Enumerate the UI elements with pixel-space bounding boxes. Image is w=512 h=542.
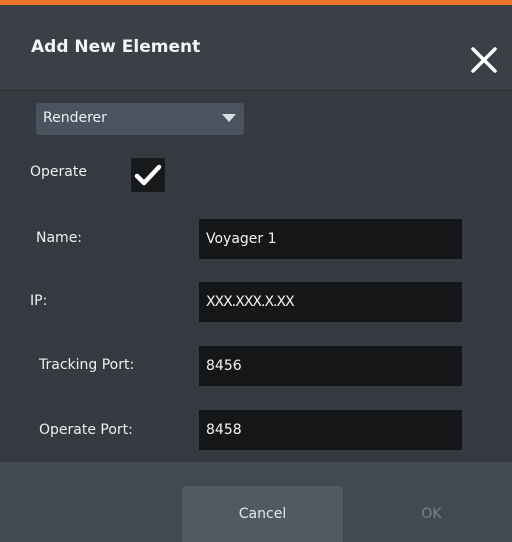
tracking-port-field[interactable]: 8456 [199, 346, 462, 386]
operate-label: Operate [30, 164, 87, 180]
ip-label: IP: [30, 293, 48, 309]
close-icon [471, 47, 497, 73]
dropdown-arrow-icon [222, 114, 236, 122]
checkmark-icon [134, 164, 162, 186]
cancel-button[interactable]: Cancel [182, 486, 343, 542]
operate-port-label: Operate Port: [39, 422, 133, 438]
name-field[interactable]: Voyager 1 [199, 219, 462, 259]
operate-port-value: 8458 [206, 422, 242, 438]
cancel-button-label: Cancel [238, 506, 287, 522]
dialog-title: Add New Element [31, 37, 201, 57]
element-type-value: Renderer [43, 110, 107, 126]
add-new-element-dialog: Add New Element Renderer Operate Name: V… [0, 0, 512, 542]
ip-field[interactable]: XXX.XXX.X.XX [199, 282, 462, 322]
ok-button-label: OK [421, 506, 442, 522]
tracking-port-label: Tracking Port: [39, 357, 135, 373]
close-button[interactable] [468, 44, 500, 76]
operate-checkbox[interactable] [131, 158, 165, 192]
name-value: Voyager 1 [206, 231, 277, 247]
operate-port-field[interactable]: 8458 [199, 410, 462, 450]
tracking-port-value: 8456 [206, 358, 242, 374]
element-type-select[interactable]: Renderer [36, 103, 244, 135]
dialog-body [0, 91, 512, 462]
ip-value: XXX.XXX.X.XX [206, 294, 295, 310]
dialog-titlebar: Add New Element [0, 5, 512, 91]
name-label: Name: [36, 230, 83, 246]
ok-button[interactable]: OK [351, 486, 512, 542]
